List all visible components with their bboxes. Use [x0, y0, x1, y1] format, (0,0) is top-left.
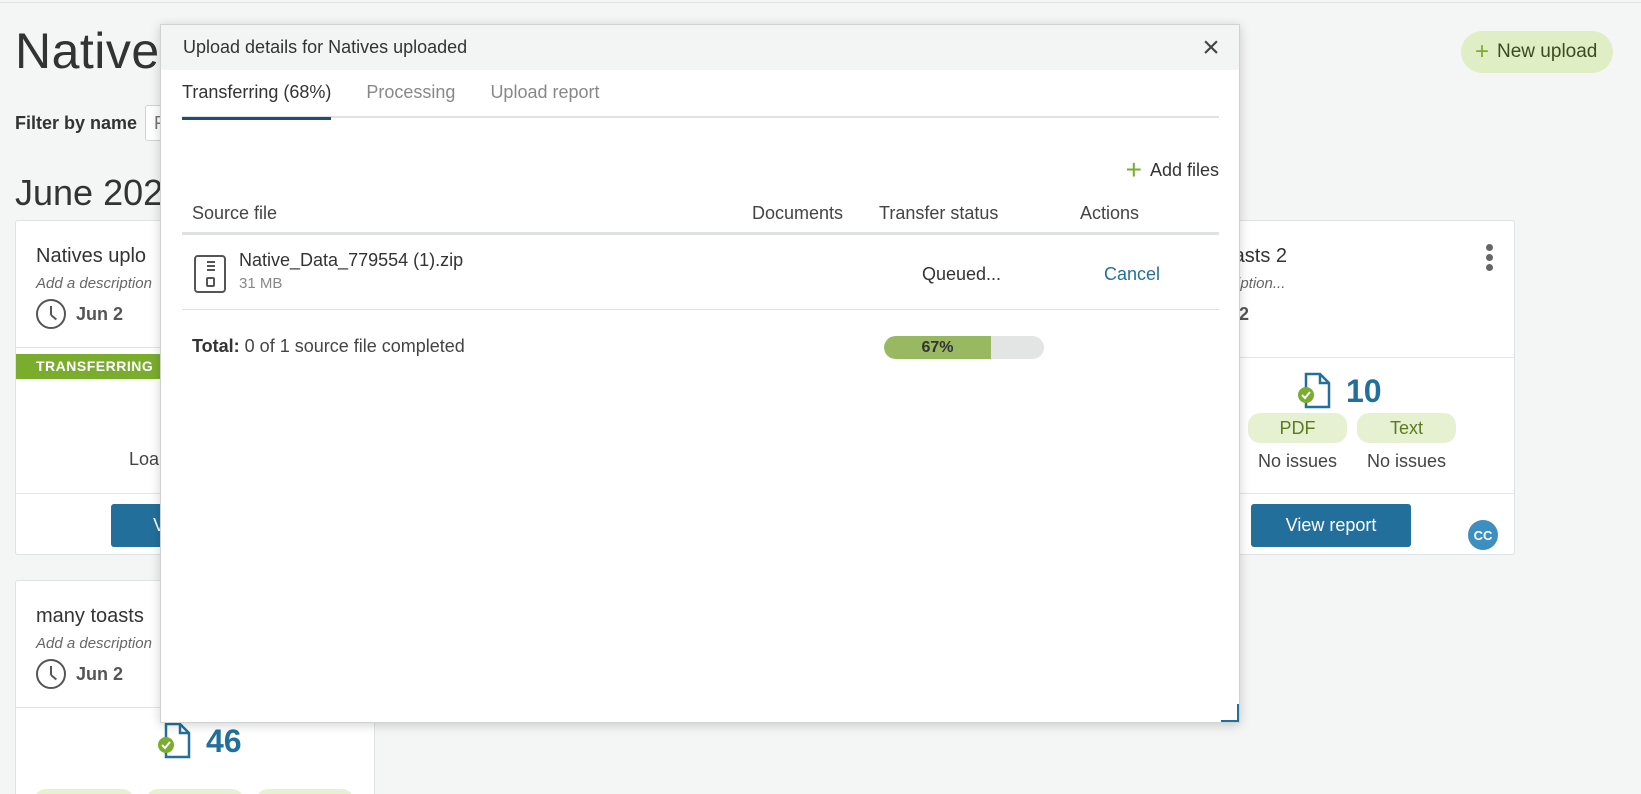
document-check-icon	[1298, 372, 1331, 409]
column-actions: Actions	[1080, 203, 1140, 223]
document-count-number: 10	[1346, 372, 1382, 409]
card-date-text: Jun 2	[76, 303, 124, 324]
view-report-button[interactable]: View report	[1251, 504, 1411, 547]
cancel-link[interactable]: Cancel	[1104, 264, 1160, 285]
modal-header[interactable]: Upload details for Natives uploaded ×	[161, 25, 1239, 70]
modal-tabs: Transferring (68%) Processing Upload rep…	[182, 70, 1219, 120]
document-count: 46	[156, 721, 242, 761]
progress-label: 67%	[921, 338, 954, 356]
file-size: 31 MB	[239, 275, 283, 292]
upload-details-modal: Upload details for Natives uploaded × Tr…	[160, 24, 1240, 723]
card-date: Jun 2	[36, 299, 123, 329]
column-source-file: Source file	[192, 203, 278, 223]
top-border	[0, 0, 1641, 3]
document-count: 10	[1296, 371, 1382, 411]
type-pill: Text	[1357, 413, 1456, 443]
table-row: Native_Data_779554 (1).zip 31 MB Queued.…	[182, 240, 1219, 310]
tab-processing[interactable]: Processing	[366, 70, 455, 118]
clock-icon	[36, 659, 66, 689]
month-heading: June 2022	[15, 172, 184, 213]
more-options-icon[interactable]	[1486, 244, 1494, 271]
plus-icon: +	[1475, 38, 1490, 65]
avatar: CC	[1468, 520, 1498, 550]
total-label: Total:	[192, 336, 240, 356]
modal-title: Upload details for Natives uploaded	[183, 37, 468, 57]
resize-handle[interactable]	[1221, 704, 1239, 722]
transfer-status: Queued...	[922, 264, 1002, 284]
column-transfer-status: Transfer status	[879, 203, 999, 223]
card-description[interactable]: Add a description	[36, 635, 152, 652]
document-check-icon	[158, 722, 191, 759]
new-upload-label: New upload	[1497, 41, 1598, 62]
progress-bar: 67%	[884, 336, 1044, 359]
type-pill	[34, 789, 134, 794]
add-files-label: Add files	[1149, 159, 1219, 180]
status-badge: TRANSFERRING	[16, 354, 161, 379]
add-files-button[interactable]: + Add files	[1126, 156, 1219, 184]
type-pill	[146, 789, 244, 794]
total-summary: Total: 0 of 1 source file completed	[192, 336, 465, 357]
close-icon[interactable]: ×	[1197, 33, 1225, 63]
type-pill-status: No issues	[1257, 451, 1338, 471]
card-title: many toasts	[36, 605, 144, 627]
filter-label: Filter by name	[15, 113, 138, 133]
type-pill-status: No issues	[1366, 451, 1447, 471]
type-pill: PDF	[1248, 413, 1347, 443]
total-text: 0 of 1 source file completed	[244, 336, 465, 356]
card-title: Natives uplo	[36, 245, 147, 267]
zip-file-icon	[194, 255, 226, 293]
card-description[interactable]: Add a description	[36, 275, 152, 292]
card-date-text: Jun 2	[76, 663, 124, 684]
file-name: Native_Data_779554 (1).zip	[239, 250, 464, 270]
type-pill	[256, 789, 354, 794]
card-date: Jun 2	[36, 659, 123, 689]
plus-icon: +	[1125, 154, 1142, 185]
loading-text: Loa	[129, 449, 160, 469]
table-header: Source file Documents Transfer status Ac…	[182, 203, 1219, 235]
clock-icon	[36, 299, 66, 329]
tab-upload-report[interactable]: Upload report	[490, 70, 599, 118]
page-title: Native	[15, 23, 160, 79]
document-count-number: 46	[206, 722, 242, 759]
tab-transferring[interactable]: Transferring (68%)	[182, 70, 332, 120]
column-documents: Documents	[752, 203, 844, 223]
new-upload-button[interactable]: + New upload	[1461, 31, 1614, 73]
